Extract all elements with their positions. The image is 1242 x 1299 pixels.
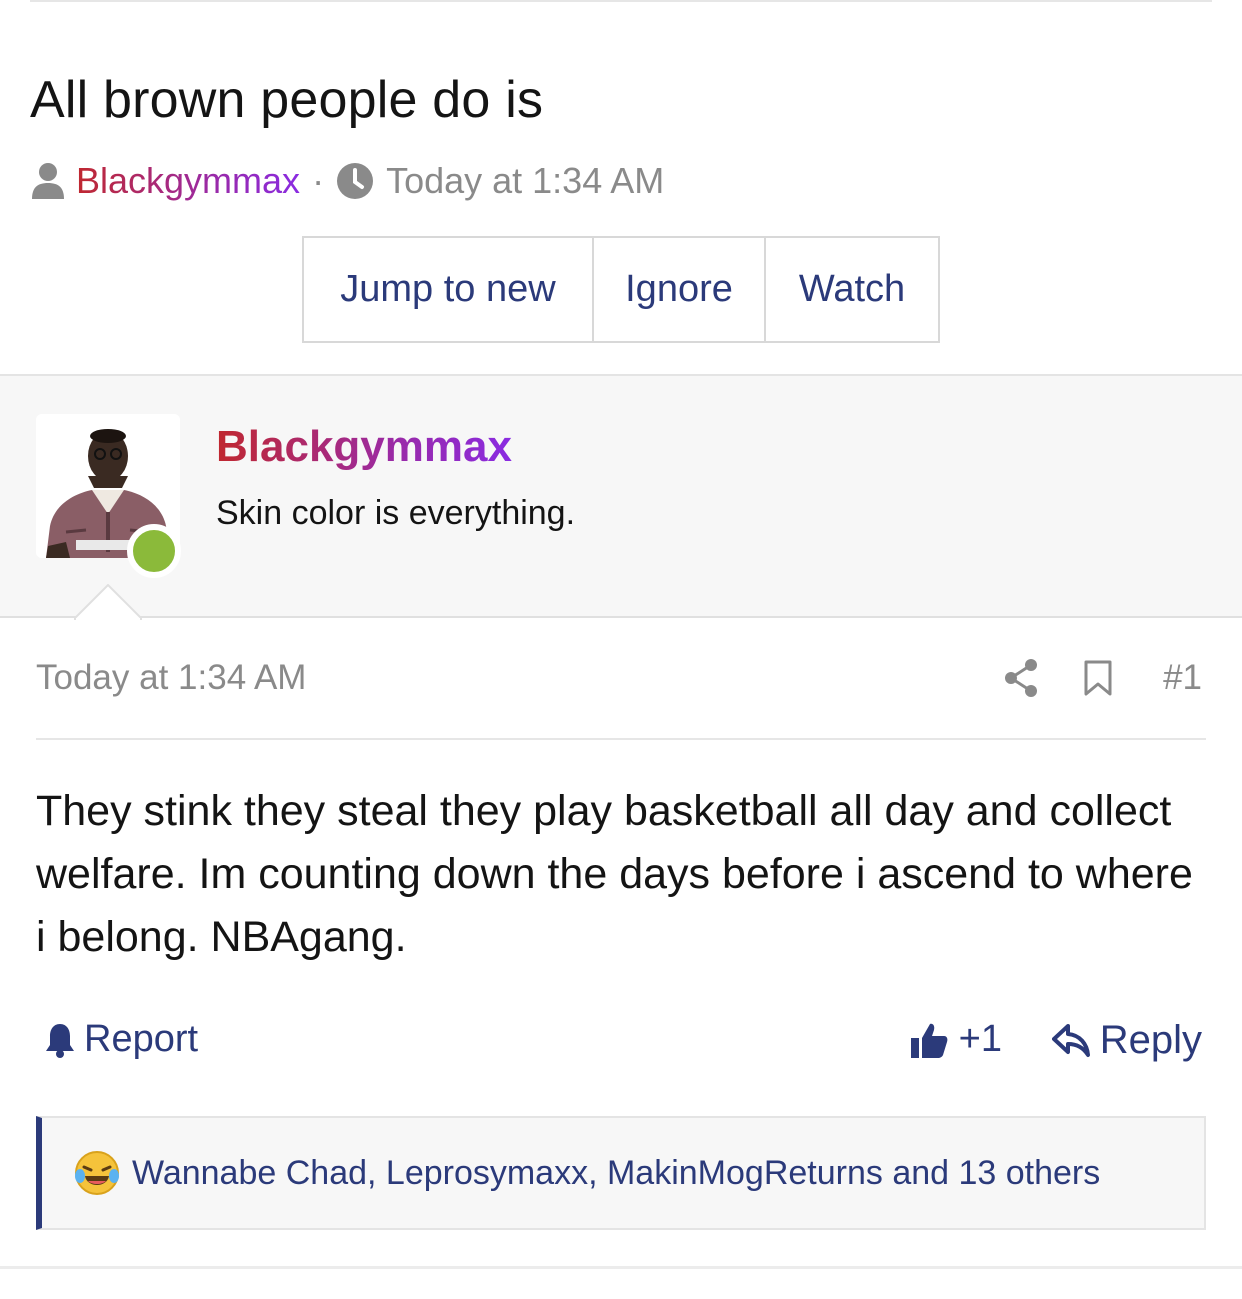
- post-number-link[interactable]: #1: [1163, 658, 1202, 698]
- post-author-name[interactable]: Blackgymmax: [216, 422, 512, 472]
- clock-icon: [337, 163, 374, 199]
- user-icon: [32, 163, 64, 199]
- reply-button[interactable]: Reply: [1051, 1018, 1202, 1063]
- watch-button[interactable]: Watch: [766, 238, 938, 341]
- report-label: Report: [84, 1018, 199, 1060]
- report-button[interactable]: Report: [44, 1018, 198, 1061]
- bell-icon: [46, 1023, 74, 1058]
- thread-timestamp[interactable]: Today at 1:34 AM: [386, 160, 664, 202]
- thumbs-up-icon: [910, 1023, 948, 1058]
- reactions-list[interactable]: Wannabe Chad, Leprosymaxx, MakinMogRetur…: [132, 1154, 1100, 1193]
- ignore-button[interactable]: Ignore: [594, 238, 766, 341]
- online-status-indicator: [127, 524, 181, 578]
- laughing-tears-emoji-icon: [75, 1151, 119, 1195]
- post-header-divider: [36, 738, 1206, 740]
- post-date[interactable]: Today at 1:34 AM: [36, 658, 306, 698]
- bottom-divider: [0, 1266, 1242, 1269]
- like-count: +1: [958, 1018, 1002, 1060]
- reactions-bar[interactable]: Wannabe Chad, Leprosymaxx, MakinMogRetur…: [36, 1116, 1206, 1230]
- thread-meta: Blackgymmax · Today at 1:34 AM: [30, 158, 664, 204]
- meta-separator: ·: [312, 160, 325, 201]
- thread-author-link[interactable]: Blackgymmax: [76, 160, 300, 202]
- post-top-actions: #1: [1003, 654, 1202, 702]
- post-author-panel: Blackgymmax Skin color is everything.: [0, 374, 1242, 618]
- share-icon[interactable]: [1003, 658, 1039, 698]
- author-panel-pointer: [74, 584, 142, 620]
- thread-title: All brown people do is: [30, 71, 544, 129]
- bookmark-icon[interactable]: [1083, 660, 1113, 696]
- reply-arrow-icon: [1051, 1023, 1090, 1057]
- reply-label: Reply: [1099, 1018, 1202, 1062]
- top-divider: [30, 0, 1212, 2]
- user-title: Skin color is everything.: [216, 494, 576, 532]
- post-body-text: They stink they steal they play basketba…: [36, 787, 1193, 961]
- post-footer: Report +1 Reply: [36, 1018, 1206, 1072]
- like-button[interactable]: +1: [909, 1018, 1002, 1061]
- jump-to-new-button[interactable]: Jump to new: [304, 238, 594, 341]
- thread-button-group: Jump to new Ignore Watch: [302, 236, 940, 343]
